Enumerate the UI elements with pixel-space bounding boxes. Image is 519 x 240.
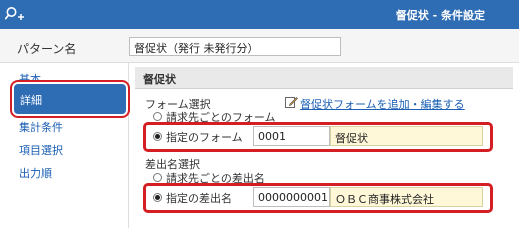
form-code-field[interactable]: 0001	[253, 126, 330, 146]
sidebar-item-detail[interactable]: 詳細	[14, 84, 126, 114]
pattern-name-field[interactable]: 督促状（発行 未発行分）	[129, 37, 341, 56]
radio-sender-per-customer[interactable]	[153, 173, 162, 182]
form-name-field: 督促状	[330, 126, 483, 146]
pattern-label: パターン名	[17, 42, 77, 56]
sender-code-field[interactable]: 0000000001	[253, 187, 330, 207]
sidebar: 基本 詳細 集計条件 項目選択 出力順	[0, 63, 129, 228]
main-panel: 督促状 フォーム選択 督促状フォームを追加・編集する 請求先ごとのフォーム 指定…	[135, 63, 513, 228]
section-title: 督促状	[135, 67, 513, 89]
sender-name-field: ＯＢＣ商事株式会社	[330, 187, 483, 207]
window-title: 督促状 - 条件設定	[395, 9, 485, 22]
radio-form-specified-label[interactable]: 指定のフォーム	[166, 129, 243, 145]
sidebar-item-field-select[interactable]: 項目選択	[19, 142, 63, 158]
radio-form-per-customer[interactable]	[153, 112, 162, 121]
edit-icon[interactable]	[285, 95, 298, 108]
add-edit-form-link[interactable]: 督促状フォームを追加・編集する	[300, 96, 465, 112]
radio-sender-specified[interactable]	[153, 193, 162, 202]
radio-sender-specified-label[interactable]: 指定の差出名	[166, 190, 232, 206]
search-plus-icon[interactable]	[5, 5, 27, 23]
sidebar-item-output-order[interactable]: 出力順	[19, 165, 52, 181]
radio-form-specified[interactable]	[153, 132, 162, 141]
sidebar-item-aggregation[interactable]: 集計条件	[19, 119, 63, 135]
title-bar: 督促状 - 条件設定	[0, 0, 519, 29]
pattern-row: パターン名 督促状（発行 未発行分）	[0, 29, 519, 63]
